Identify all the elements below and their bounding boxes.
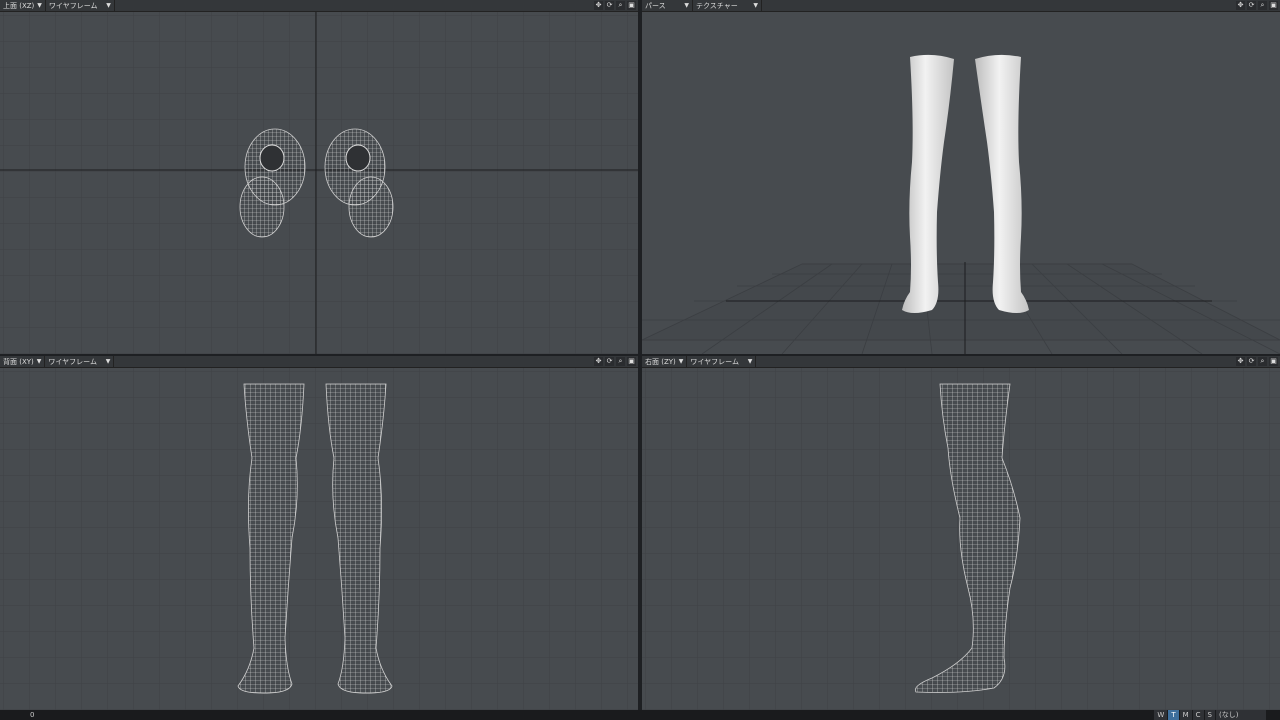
chevron-down-icon: ▼ (678, 358, 684, 365)
chevron-down-icon: ▼ (684, 2, 689, 9)
viewport-top-canvas[interactable] (0, 12, 638, 354)
coordinate-readout: 0 (30, 711, 35, 719)
rotate-icon[interactable]: ⟳ (605, 357, 614, 366)
shading-mode-dropdown[interactable]: ワイヤフレーム ▼ (45, 356, 115, 367)
chevron-down-icon: ▼ (106, 2, 111, 9)
viewport-right-header: 右面 (ZY) ▼ ワイヤフレーム ▼ ✥ ⟳ ⌕ ▣ (642, 356, 1280, 368)
viewport-tools: ✥ ⟳ ⌕ ▣ (1236, 0, 1278, 11)
rotate-icon[interactable]: ⟳ (605, 1, 614, 10)
view-type-dropdown[interactable]: 右面 (ZY) ▼ (642, 356, 688, 367)
view-type-dropdown[interactable]: パース ▼ (642, 0, 693, 11)
viewport-back-canvas[interactable] (0, 368, 638, 710)
viewport-tools: ✥ ⟳ ⌕ ▣ (594, 356, 636, 367)
chevron-down-icon: ▼ (747, 358, 753, 365)
mode-button-m[interactable]: M (1179, 710, 1192, 720)
shading-mode-dropdown[interactable]: テクスチャー ▼ (693, 0, 762, 11)
viewport-tools: ✥ ⟳ ⌕ ▣ (594, 0, 636, 11)
shading-mode-dropdown[interactable]: ワイヤフレーム ▼ (46, 0, 115, 11)
chevron-down-icon: ▼ (753, 2, 758, 9)
mode-button-t[interactable]: T (1168, 710, 1179, 720)
view-type-dropdown[interactable]: 上面 (XZ) ▼ (0, 0, 46, 11)
viewport-right-canvas[interactable] (642, 368, 1280, 710)
viewport-right[interactable]: 右面 (ZY) ▼ ワイヤフレーム ▼ ✥ ⟳ ⌕ ▣ (642, 356, 1280, 710)
status-bar: 0 W T M C S (なし) (0, 710, 1280, 720)
chevron-down-icon: ▼ (36, 358, 42, 365)
grid (0, 12, 638, 354)
rotate-icon[interactable]: ⟳ (1247, 357, 1256, 366)
shading-mode-dropdown[interactable]: ワイヤフレーム ▼ (687, 356, 757, 367)
viewport-back-header: 背面 (XY) ▼ ワイヤフレーム ▼ ✥ ⟳ ⌕ ▣ (0, 356, 638, 368)
selection-mode-buttons: W T M C S (なし) (1154, 710, 1266, 720)
maximize-icon[interactable]: ▣ (627, 1, 636, 10)
move-icon[interactable]: ✥ (1236, 1, 1245, 10)
zoom-icon[interactable]: ⌕ (616, 1, 625, 10)
viewport-perspective[interactable]: パース ▼ テクスチャー ▼ ✥ ⟳ ⌕ ▣ (642, 0, 1280, 354)
zoom-icon[interactable]: ⌕ (1258, 357, 1267, 366)
zoom-icon[interactable]: ⌕ (1258, 1, 1267, 10)
move-icon[interactable]: ✥ (1236, 357, 1245, 366)
surface-selector[interactable]: (なし) (1216, 710, 1266, 720)
maximize-icon[interactable]: ▣ (627, 357, 636, 366)
move-icon[interactable]: ✥ (594, 357, 603, 366)
mode-button-s[interactable]: S (1204, 710, 1215, 720)
viewport-top[interactable]: 上面 (XZ) ▼ ワイヤフレーム ▼ ✥ ⟳ ⌕ ▣ (0, 0, 638, 354)
viewport-tools: ✥ ⟳ ⌕ ▣ (1236, 356, 1278, 367)
viewport-top-header: 上面 (XZ) ▼ ワイヤフレーム ▼ ✥ ⟳ ⌕ ▣ (0, 0, 638, 12)
viewport-back[interactable]: 背面 (XY) ▼ ワイヤフレーム ▼ ✥ ⟳ ⌕ ▣ (0, 356, 638, 710)
rotate-icon[interactable]: ⟳ (1247, 1, 1256, 10)
viewport-perspective-header: パース ▼ テクスチャー ▼ ✥ ⟳ ⌕ ▣ (642, 0, 1280, 12)
move-icon[interactable]: ✥ (594, 1, 603, 10)
mode-button-c[interactable]: C (1192, 710, 1204, 720)
mode-button-w[interactable]: W (1154, 710, 1168, 720)
viewport-perspective-canvas[interactable] (642, 12, 1280, 354)
view-type-dropdown[interactable]: 背面 (XY) ▼ (0, 356, 46, 367)
zoom-icon[interactable]: ⌕ (616, 357, 625, 366)
maximize-icon[interactable]: ▣ (1269, 357, 1278, 366)
chevron-down-icon: ▼ (37, 2, 42, 9)
grid (0, 368, 638, 710)
maximize-icon[interactable]: ▣ (1269, 1, 1278, 10)
chevron-down-icon: ▼ (105, 358, 111, 365)
perspective-ground-grid (642, 263, 1280, 354)
